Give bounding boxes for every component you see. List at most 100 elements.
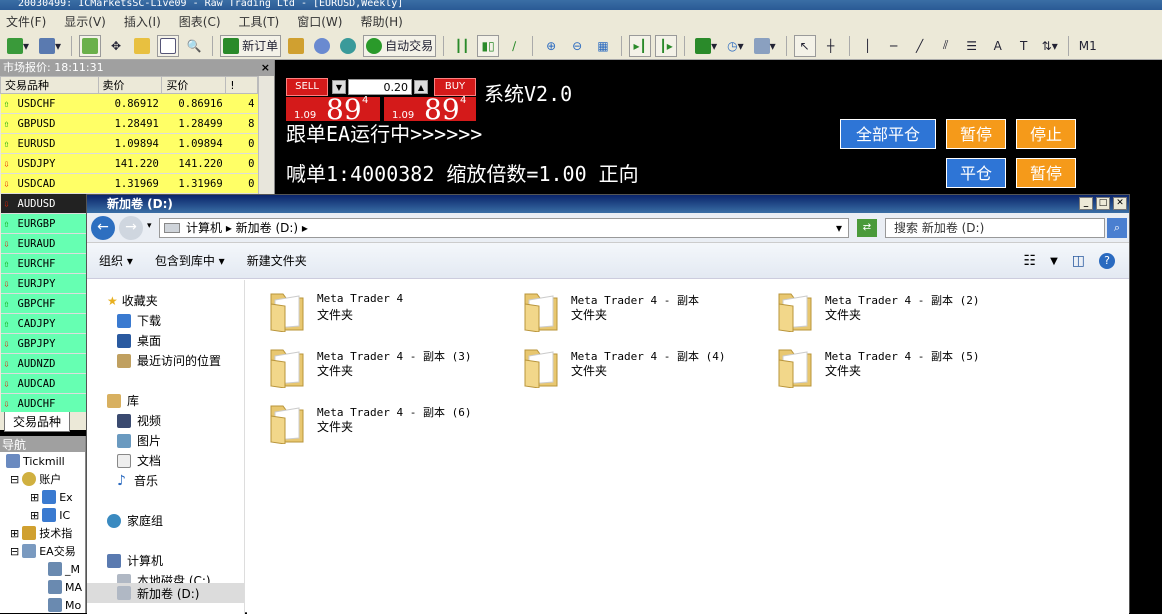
tree-libraries[interactable]: 库 (107, 392, 139, 409)
cursor-button[interactable]: ↖ (793, 34, 816, 57)
pause-button[interactable]: 暂停 (946, 119, 1006, 149)
arrows-button[interactable]: ⇅ ▾ (1039, 35, 1061, 57)
help-icon[interactable]: ? (1099, 253, 1115, 269)
nav-item-ea-1[interactable]: _M (0, 560, 85, 578)
tab-symbols[interactable]: 交易品种 (4, 412, 71, 432)
new-chart-button[interactable]: ▾ (4, 35, 32, 57)
forward-button[interactable]: → (119, 216, 143, 240)
market-watch-row[interactable]: ⇩ USDJPY 141.220 141.220 0 (0, 153, 258, 174)
periods-button[interactable]: ◷ ▾ (724, 35, 747, 57)
folder-item[interactable]: Meta Trader 4 - 副本 (4) 文件夹 (523, 342, 763, 392)
back-button[interactable]: ← (91, 216, 115, 240)
line-chart-button[interactable]: ∕ (503, 35, 525, 57)
market-watch-row[interactable]: ⇧ GBPUSD 1.28491 1.28499 8 (0, 113, 258, 134)
folder-item[interactable]: Meta Trader 4 - 副本 (2) 文件夹 (777, 286, 1017, 336)
nav-item-account-1[interactable]: ⊞ Ex (0, 488, 85, 506)
folder-item[interactable]: Meta Trader 4 - 副本 (3) 文件夹 (269, 342, 509, 392)
tile-windows-button[interactable]: ▦ (592, 35, 614, 57)
nav-item-broker[interactable]: Tickmill (0, 452, 85, 470)
trendline-button[interactable]: ╱ (909, 35, 931, 57)
lot-increase-button[interactable]: ▲ (414, 80, 428, 94)
pause-button-2[interactable]: 暂停 (1016, 158, 1076, 188)
data-window-button[interactable]: ✥ (105, 35, 127, 57)
metaeditor-button[interactable] (285, 35, 307, 57)
tree-videos[interactable]: 视频 (117, 412, 161, 429)
column-symbol[interactable]: 交易品种 (0, 76, 99, 94)
minimize-button[interactable]: _ (1079, 197, 1093, 210)
zoom-out-button[interactable]: ⊖ (566, 35, 588, 57)
menu-window[interactable]: 窗口(W) (297, 13, 342, 30)
organize-menu[interactable]: 组织 ▾ (99, 252, 133, 269)
nav-item-ea-3[interactable]: Mo (0, 596, 85, 613)
menu-view[interactable]: 显示(V) (64, 13, 106, 30)
column-ask[interactable]: 买价 (161, 76, 227, 94)
include-in-library-menu[interactable]: 包含到库中 ▾ (155, 252, 225, 269)
preview-pane-icon[interactable]: ◫ (1072, 253, 1085, 269)
tree-favorites[interactable]: ★ 收藏夹 (107, 292, 158, 309)
market-watch-row[interactable]: ⇧ USDCHF 0.86912 0.86916 4 (0, 93, 258, 114)
close-button[interactable]: ✕ (1113, 197, 1127, 210)
chevron-down-icon[interactable]: ▾ (836, 219, 842, 237)
menu-help[interactable]: 帮助(H) (360, 13, 402, 30)
fibonacci-button[interactable]: ☰ (961, 35, 983, 57)
chart-shift-button[interactable]: ┃▸ (655, 34, 678, 57)
horizontal-line-button[interactable]: ─ (883, 35, 905, 57)
bar-chart-button[interactable]: ┃┃ (451, 35, 473, 57)
navigator-button[interactable] (131, 35, 153, 57)
terminal-button[interactable] (157, 34, 180, 57)
templates-button[interactable]: ▾ (751, 35, 779, 57)
refresh-button[interactable]: ⇄ (857, 219, 877, 237)
tree-music[interactable]: ♪ 音乐 (117, 472, 158, 489)
text-button[interactable]: A (987, 35, 1009, 57)
tree-downloads[interactable]: 下载 (117, 312, 161, 329)
auto-trading-button[interactable]: 自动交易 (363, 34, 437, 57)
menu-tools[interactable]: 工具(T) (239, 13, 280, 30)
signals-button[interactable] (337, 35, 359, 57)
nav-item-account-2[interactable]: ⊞ IC (0, 506, 85, 524)
close-position-button[interactable]: 平仓 (946, 158, 1006, 188)
channel-button[interactable]: ⫽ (935, 35, 957, 57)
maximize-button[interactable]: □ (1096, 197, 1110, 210)
menu-insert[interactable]: 插入(I) (124, 13, 161, 30)
profiles-button[interactable]: ▾ (36, 35, 64, 57)
vertical-line-button[interactable]: │ (857, 35, 879, 57)
text-label-button[interactable]: T (1013, 35, 1035, 57)
market-watch-toggle[interactable] (79, 34, 102, 57)
indicators-button[interactable]: ▾ (692, 35, 720, 57)
candlestick-button[interactable]: ▮▯ (477, 34, 500, 57)
menu-charts[interactable]: 图表(C) (179, 13, 221, 30)
community-button[interactable] (311, 35, 333, 57)
autoscroll-button[interactable]: ▸┃ (629, 34, 652, 57)
market-watch-row[interactable]: ⇧ EURUSD 1.09894 1.09894 0 (0, 133, 258, 154)
tester-button[interactable]: 🔍 (183, 35, 205, 57)
new-order-button[interactable]: 新订单 (220, 34, 282, 57)
close-icon[interactable]: × (261, 60, 270, 76)
tree-pictures[interactable]: 图片 (117, 432, 161, 449)
sell-button[interactable]: SELL (286, 78, 328, 96)
search-button[interactable]: ⌕ (1107, 218, 1127, 238)
column-spread[interactable]: ! (225, 76, 258, 94)
view-options-icon[interactable]: ☷ (1024, 253, 1037, 269)
tree-recent[interactable]: 最近访问的位置 (117, 352, 221, 369)
explorer-title-bar[interactable]: 新加卷 (D:) _ □ ✕ (87, 195, 1129, 213)
tree-computer[interactable]: 计算机 (107, 552, 163, 569)
column-bid[interactable]: 卖价 (97, 76, 163, 94)
menu-file[interactable]: 文件(F) (6, 13, 46, 30)
folder-item[interactable]: Meta Trader 4 - 副本 (6) 文件夹 (269, 398, 509, 448)
lot-decrease-button[interactable]: ▼ (332, 80, 346, 94)
nav-item-expert-advisors[interactable]: ⊟ EA交易 (0, 542, 85, 560)
new-folder-button[interactable]: 新建文件夹 (247, 252, 307, 269)
tree-new-volume-d[interactable]: 新加卷 (D:) (87, 583, 244, 603)
folder-item[interactable]: Meta Trader 4 - 副本 文件夹 (523, 286, 763, 336)
nav-item-ea-2[interactable]: MA (0, 578, 85, 596)
market-watch-row[interactable]: ⇩ USDCAD 1.31969 1.31969 0 (0, 173, 258, 194)
nav-item-accounts[interactable]: ⊟ 账户 (0, 470, 85, 488)
tree-homegroup[interactable]: 家庭组 (107, 512, 163, 529)
stop-button[interactable]: 停止 (1016, 119, 1076, 149)
recent-pages-icon[interactable]: ▾ (147, 221, 152, 231)
chevron-down-icon[interactable]: ▼ (1050, 256, 1058, 267)
tree-documents[interactable]: 文档 (117, 452, 161, 469)
crosshair-button[interactable]: ┼ (820, 35, 842, 57)
folder-item[interactable]: Meta Trader 4 文件夹 (269, 286, 509, 336)
timeframe-m1-button[interactable]: M1 (1076, 35, 1100, 57)
